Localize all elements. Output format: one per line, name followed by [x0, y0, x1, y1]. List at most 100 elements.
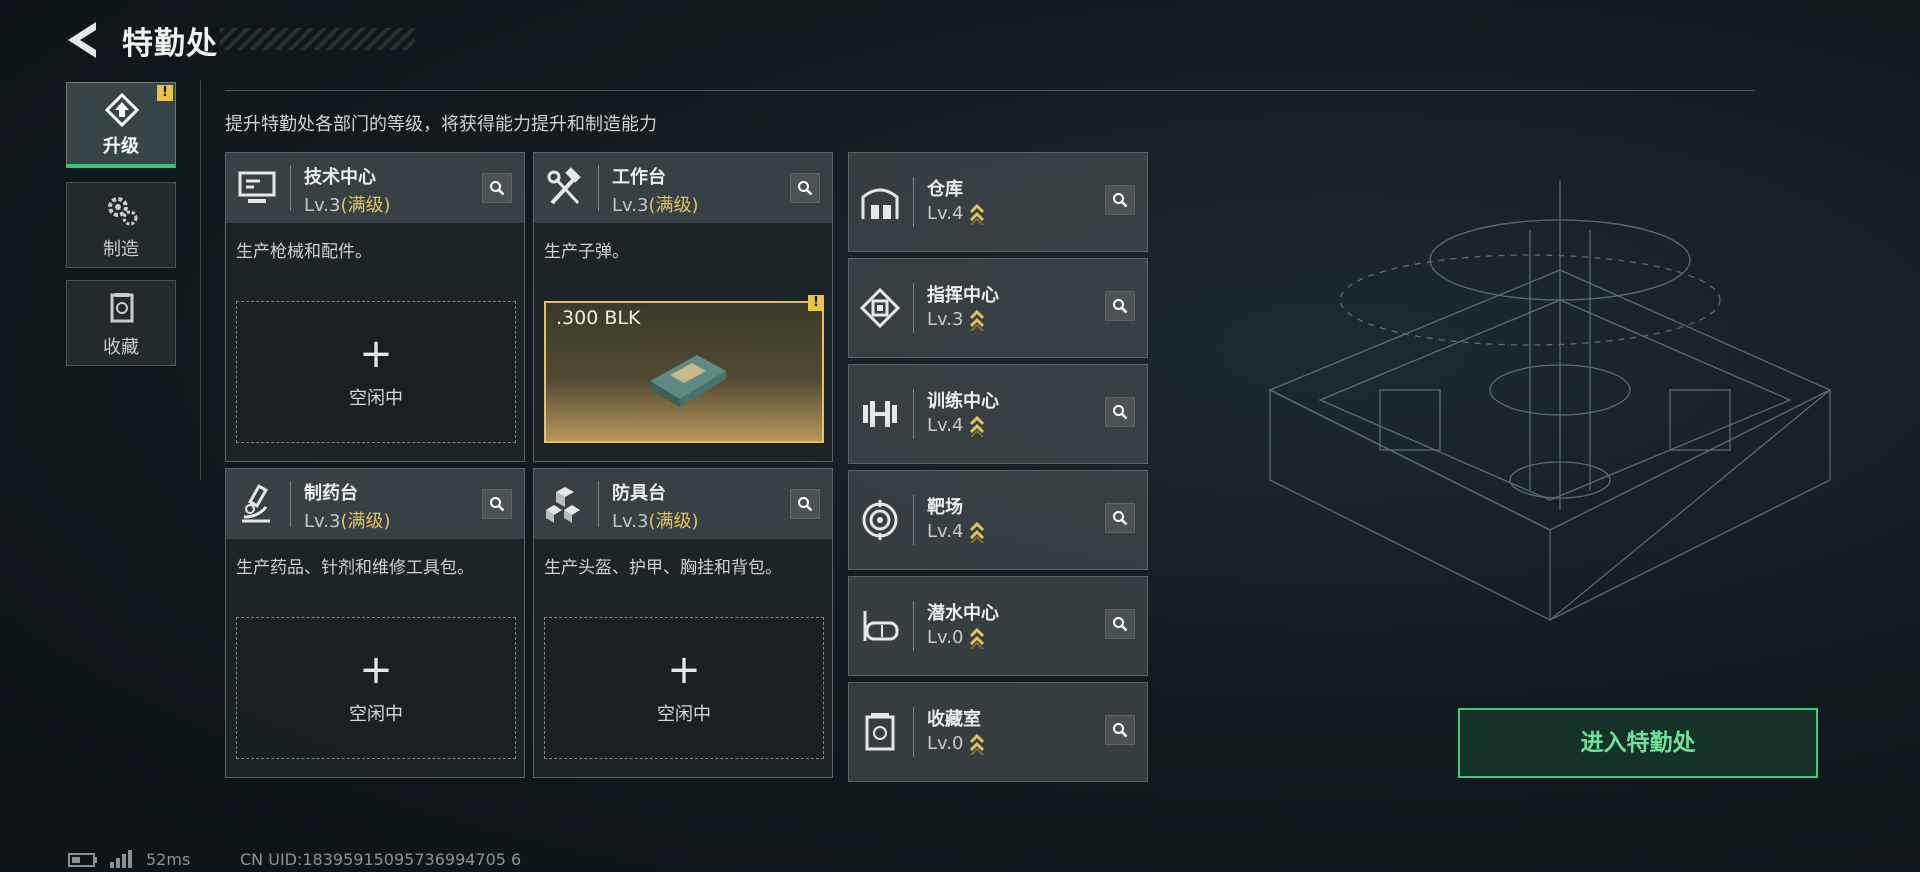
facility-diving-center[interactable]: 潜水中心 Lv.0 — [848, 576, 1148, 676]
warehouse-icon — [861, 188, 899, 219]
search-button[interactable] — [1105, 715, 1135, 745]
tab-collection-label: 收藏 — [103, 337, 139, 358]
upgrade-chevron-icon — [970, 203, 985, 225]
header-separator — [913, 177, 914, 227]
command-chip-icon — [859, 287, 901, 329]
page-subtitle: 提升特勤处各部门的等级，将获得能力提升和制造能力 — [225, 114, 657, 135]
search-button[interactable] — [1105, 609, 1135, 639]
max-level-tag: (满级) — [340, 511, 391, 532]
facility-name: 指挥中心 — [927, 285, 999, 306]
facility-warehouse[interactable]: 仓库 Lv.4 — [848, 152, 1148, 252]
tech-terminal-icon — [238, 171, 276, 203]
enter-base-button[interactable]: 进入特勤处 — [1458, 708, 1818, 778]
microscope-icon — [242, 484, 270, 523]
station-description: 生产枪械和配件。 — [236, 242, 372, 262]
slot-status: 空闲中 — [349, 388, 403, 409]
upgrade-chevron-icon — [970, 733, 985, 755]
search-icon — [1113, 617, 1128, 632]
facility-level: Lv.0 — [927, 627, 985, 649]
station-card-tech-center[interactable]: 技术中心 Lv.3(满级) 生产枪械和配件。 + 空闲中 — [225, 152, 525, 462]
level-value: Lv.3 — [304, 511, 341, 532]
station-name: 工作台 — [612, 167, 666, 188]
hammer-wrench-icon — [547, 167, 581, 205]
level-value: Lv.3 — [927, 309, 964, 330]
facility-level: Lv.0 — [927, 733, 985, 755]
station-name: 防具台 — [612, 483, 666, 504]
search-icon — [490, 181, 505, 196]
divider-vertical — [200, 80, 201, 480]
search-button[interactable] — [482, 173, 512, 203]
search-button[interactable] — [790, 489, 820, 519]
level-value: Lv.3 — [612, 195, 649, 216]
plus-icon: + — [359, 647, 393, 693]
slot-alert-badge: ! — [808, 295, 824, 311]
search-button[interactable] — [1105, 397, 1135, 427]
facility-level: Lv.3 — [927, 309, 985, 331]
search-button[interactable] — [1105, 185, 1135, 215]
header-separator — [913, 283, 914, 333]
production-slot[interactable]: + 空闲中 — [236, 617, 516, 759]
tab-alert-badge: ! — [157, 85, 173, 101]
search-button[interactable] — [482, 489, 512, 519]
search-button[interactable] — [1105, 291, 1135, 321]
ping-readout: 52ms — [146, 850, 191, 869]
tab-upgrade[interactable]: ! 升级 — [66, 82, 176, 168]
facility-collection-room[interactable]: 收藏室 Lv.0 — [848, 682, 1148, 782]
station-card-workbench[interactable]: 工作台 Lv.3(满级) 生产子弹。 .300 BLK ! — [533, 152, 833, 462]
signal-icon — [110, 850, 132, 868]
station-name: 技术中心 — [304, 167, 376, 188]
header-separator — [913, 601, 914, 651]
upgrade-chevron-icon — [970, 309, 985, 331]
page-title: 特勤处 — [122, 26, 218, 62]
level-value: Lv.4 — [927, 521, 964, 542]
facility-command-center[interactable]: 指挥中心 Lv.3 — [848, 258, 1148, 358]
header-separator — [913, 389, 914, 439]
station-description: 生产子弹。 — [544, 242, 629, 262]
collection-case-icon — [865, 713, 895, 751]
header-separator — [290, 165, 291, 211]
armor-cubes-icon — [546, 487, 580, 523]
facility-level: Lv.4 — [927, 415, 985, 437]
gear-icon — [108, 197, 138, 226]
diving-mask-icon — [863, 611, 899, 641]
station-card-pharmacy[interactable]: 制药台 Lv.3(满级) 生产药品、针剂和维修工具包。 + 空闲中 — [225, 468, 525, 778]
title-decoration — [220, 28, 415, 50]
production-slot[interactable]: + 空闲中 — [544, 617, 824, 759]
production-slot-active[interactable]: .300 BLK ! — [544, 295, 824, 443]
station-card-armor[interactable]: 防具台 Lv.3(满级) 生产头盔、护甲、胸挂和背包。 + 空闲中 — [533, 468, 833, 778]
station-name: 制药台 — [304, 483, 358, 504]
facility-shooting-range[interactable]: 靶场 Lv.4 — [848, 470, 1148, 570]
station-description: 生产药品、针剂和维修工具包。 — [236, 558, 474, 578]
level-value: Lv.4 — [927, 203, 964, 224]
search-icon — [1113, 723, 1128, 738]
tab-upgrade-label: 升级 — [103, 136, 139, 157]
plus-icon: + — [667, 647, 701, 693]
facility-name: 靶场 — [927, 497, 963, 518]
tab-craft-label: 制造 — [103, 239, 139, 260]
header-separator — [598, 481, 599, 527]
slot-status: 空闲中 — [349, 704, 403, 725]
header-separator — [598, 165, 599, 211]
max-level-tag: (满级) — [648, 511, 699, 532]
tab-collection[interactable]: 收藏 — [66, 280, 176, 366]
collection-icon — [110, 293, 134, 323]
back-arrow-icon[interactable] — [66, 20, 100, 60]
divider-horizontal — [225, 90, 1755, 91]
upgrade-chevron-icon — [970, 415, 985, 437]
upgrade-icon — [105, 93, 139, 127]
tab-craft[interactable]: 制造 — [66, 182, 176, 268]
plus-icon: + — [359, 331, 393, 377]
search-icon — [798, 497, 813, 512]
search-button[interactable] — [790, 173, 820, 203]
header-separator — [290, 481, 291, 527]
production-slot[interactable]: + 空闲中 — [236, 301, 516, 443]
facility-training-center[interactable]: 训练中心 Lv.4 — [848, 364, 1148, 464]
facility-name: 仓库 — [927, 179, 963, 200]
search-icon — [798, 181, 813, 196]
station-level: Lv.3(满级) — [612, 191, 699, 217]
user-uid: CN UID:18395915095736994705 6 — [240, 850, 522, 869]
level-value: Lv.4 — [927, 415, 964, 436]
header-separator — [913, 707, 914, 757]
search-button[interactable] — [1105, 503, 1135, 533]
level-value: Lv.3 — [612, 511, 649, 532]
